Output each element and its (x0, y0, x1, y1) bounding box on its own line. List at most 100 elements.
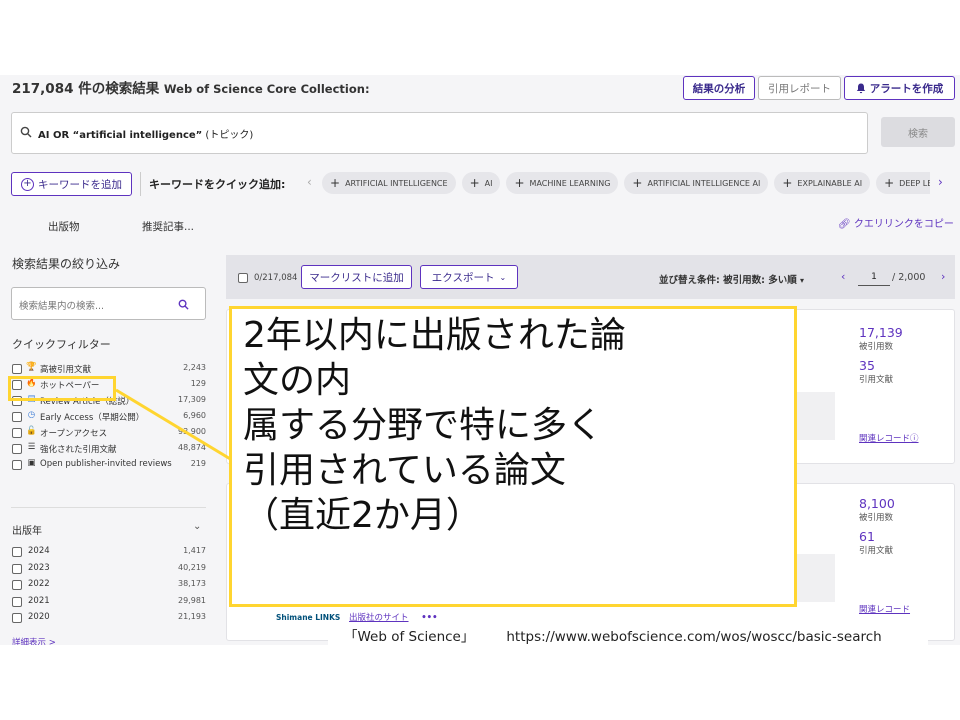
filter-label: 高被引用文献 (40, 365, 92, 375)
annotation-line: 引用されている論文 (243, 450, 566, 491)
quick-filter-row[interactable]: 🏆 高被引用文献 2,243 (12, 362, 206, 376)
chevron-down-icon: ⌄ (499, 272, 507, 282)
quick-filter-row[interactable]: ◷ Early Access（早期公開） 6,960 (12, 410, 206, 424)
filter-count: 129 (190, 379, 206, 388)
related-records-link[interactable]: 関連レコードⓘ (859, 432, 919, 444)
help-icon: ⓘ (910, 434, 919, 444)
keyword-chip-label: EXPLAINABLE AI (797, 178, 863, 188)
filter-checkbox[interactable] (12, 364, 22, 374)
citation-report-button[interactable]: 引用レポート (758, 76, 841, 100)
chevron-down-icon[interactable]: ⌄ (193, 521, 201, 532)
related-records-link[interactable]: 関連レコード (859, 603, 910, 615)
add-keyword-button[interactable]: + キーワードを追加 (11, 172, 132, 196)
times-cited-count[interactable]: 17,139 (859, 325, 919, 340)
divider (140, 172, 141, 196)
filter-checkbox[interactable] (12, 563, 22, 574)
add-keyword-label: キーワードを追加 (38, 178, 122, 191)
keyword-chip-label: MACHINE LEARNING (529, 178, 611, 188)
times-cited-count[interactable]: 8,100 (859, 496, 910, 511)
create-alert-label: アラートを作成 (869, 82, 944, 95)
full-text-links: Shimane LINKS 出版社のサイト ••• (276, 611, 438, 623)
database-name: Web of Science Core Collection: (163, 82, 370, 96)
filter-checkbox[interactable] (12, 444, 22, 454)
times-cited-label: 被引用数 (859, 342, 894, 352)
annotation-callout: 2年以内に出版された論 文の内 属する分野で特に多く 引用されている論文 （直近… (229, 306, 797, 607)
quick-filter-row[interactable]: 🔓 オープンアクセス 93,900 (12, 426, 206, 440)
filter-count: 2,243 (183, 363, 206, 372)
filter-label: 強化された引用文献 (40, 445, 117, 455)
tab-publications[interactable]: 出版物 (48, 219, 80, 234)
year-filter-row[interactable]: 2023 40,219 (12, 562, 206, 576)
keyword-chip[interactable]: + ARTIFICIAL INTELLIGENCE (322, 172, 456, 194)
keyword-chips: + ARTIFICIAL INTELLIGENCE + AI + MACHINE LEAR… (322, 172, 930, 196)
quick-filter-row[interactable]: ▣ Open publisher-invited reviews 219 (12, 458, 206, 472)
plus-icon: + (330, 176, 341, 190)
year-label: 2020 (28, 612, 50, 622)
export-button[interactable]: エクスポート ⌄ (420, 265, 518, 289)
search-icon[interactable] (178, 299, 189, 310)
copy-query-link[interactable]: 🔗︎ クエリリンクをコピー (838, 215, 954, 230)
year-filter-row[interactable]: 2022 38,173 (12, 578, 206, 592)
more-options-icon[interactable]: ••• (421, 613, 437, 623)
publisher-site-link[interactable]: 出版社のサイト (349, 613, 409, 623)
filter-label: Early Access（早期公開） (40, 413, 145, 423)
chevron-left-icon[interactable]: ‹ (307, 175, 312, 189)
year-label: 2022 (28, 579, 50, 589)
refine-title: 検索結果の絞り込み (12, 257, 121, 271)
year-label: 2021 (28, 595, 50, 606)
refine-search-input[interactable]: 検索結果内の検索... (11, 287, 206, 320)
plus-icon: + (514, 176, 525, 190)
keyword-chip[interactable]: + MACHINE LEARNING (506, 172, 619, 194)
result-count: 217,084 件の検索結果 Web of Science Core Colle… (12, 77, 370, 97)
clock-icon: ◷ (27, 410, 36, 420)
search-button[interactable]: 検索 (881, 117, 955, 147)
analyze-results-button[interactable]: 結果の分析 (683, 76, 755, 100)
citation-metrics: 17,139 被引用数 35 引用文献 関連レコードⓘ (859, 325, 919, 444)
filter-checkbox[interactable] (12, 460, 22, 470)
add-to-marked-list-button[interactable]: マークリストに追加 (301, 265, 412, 289)
filter-checkbox[interactable] (12, 547, 22, 557)
tab-recommended[interactable]: 推奨記事... (142, 219, 194, 234)
keyword-chip[interactable]: + DEEP LEARNING (876, 172, 930, 194)
filter-checkbox[interactable] (12, 428, 22, 438)
shimane-links-button[interactable]: Shimane LINKS (276, 613, 340, 622)
source-url: https://www.webofscience.com/wos/woscc/b… (506, 629, 882, 645)
filter-count: 219 (190, 459, 206, 468)
sort-dropdown[interactable]: 並び替え条件: 被引用数: 多い順 ▾ (659, 272, 804, 286)
chevron-right-icon[interactable]: › (941, 270, 945, 283)
total-pages: / 2,000 (892, 272, 926, 283)
keyword-chip[interactable]: + AI (461, 172, 501, 194)
filter-checkbox[interactable] (12, 613, 22, 623)
filter-checkbox[interactable] (12, 580, 22, 590)
references-count[interactable]: 61 (859, 529, 910, 544)
citation-metrics: 8,100 被引用数 61 引用文献 関連レコード (859, 496, 910, 615)
show-more-link[interactable]: 詳細表示 > (12, 636, 56, 645)
filter-checkbox[interactable] (12, 412, 22, 422)
quick-add-label: キーワードをクイック追加: (149, 178, 286, 191)
select-all-checkbox[interactable] (238, 273, 248, 283)
year-filter-row[interactable]: 2020 21,193 (12, 611, 206, 625)
create-alert-button[interactable]: アラートを作成 (844, 76, 955, 100)
times-cited-label: 被引用数 (859, 513, 894, 523)
link-icon: 🔗︎ (838, 219, 851, 230)
publication-year-title: 出版年 (12, 526, 42, 537)
filter-checkbox[interactable] (12, 596, 22, 607)
filter-label: Open publisher-invited reviews (40, 459, 172, 469)
source-label: 「Web of Science」 (344, 629, 475, 645)
chevron-left-icon[interactable]: ‹ (841, 270, 845, 283)
search-query-box[interactable]: AI OR “artificial intelligence” (トピック) (11, 112, 868, 154)
keyword-chip-label: ARTIFICIAL INTELLIGENCE (345, 178, 448, 188)
keyword-chip[interactable]: + EXPLAINABLE AI (774, 172, 871, 194)
year-count: 1,417 (183, 546, 206, 555)
references-count[interactable]: 35 (859, 358, 919, 373)
quick-filter-row[interactable]: ☰ 強化された引用文献 48,874 (12, 442, 206, 456)
page-number-input[interactable]: 1 (858, 268, 890, 286)
chevron-right-icon[interactable]: › (938, 175, 943, 189)
year-filter-row[interactable]: 2024 1,417 (12, 545, 206, 559)
export-label: エクスポート (431, 271, 495, 284)
related-records-label: 関連レコード (859, 434, 911, 444)
keyword-chip[interactable]: + ARTIFICIAL INTELLIGENCE AI (624, 172, 769, 194)
filter-count: 6,960 (183, 411, 206, 420)
year-filter-row[interactable]: 2021 29,981 (12, 595, 206, 609)
search-query-field: (トピック) (202, 130, 254, 141)
